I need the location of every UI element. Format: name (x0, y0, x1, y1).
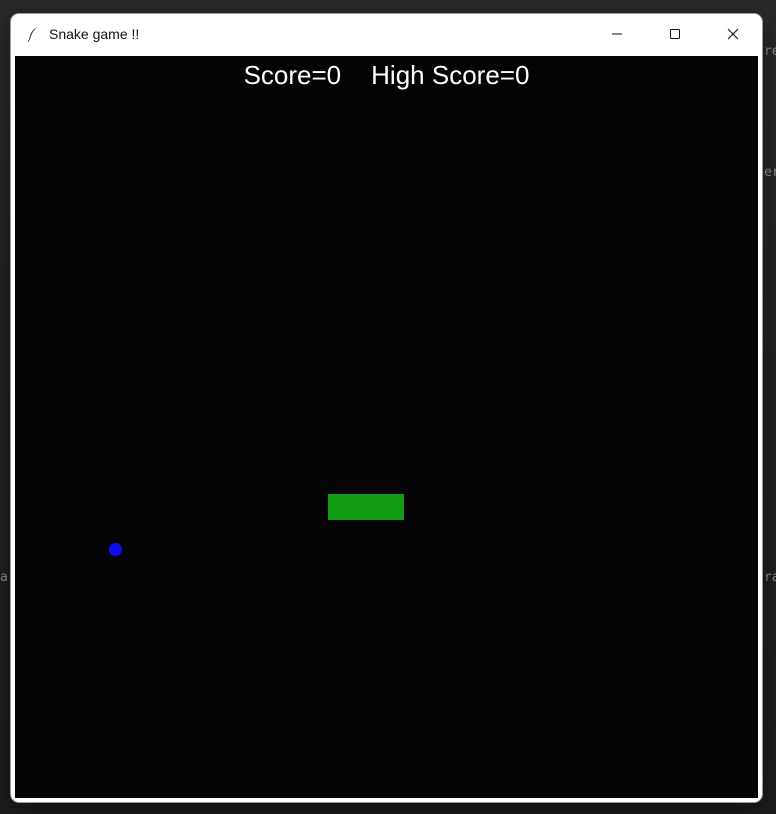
backdrop-text: re (764, 44, 776, 59)
backdrop-text: ra (764, 570, 776, 585)
food-pellet (109, 543, 122, 556)
backdrop-text: a (0, 570, 8, 585)
high-score-label: High Score=0 (371, 60, 530, 90)
game-canvas[interactable]: Score=0 High Score=0 (15, 56, 758, 798)
title-bar[interactable]: Snake game !! (11, 14, 762, 54)
snake-head (378, 494, 404, 520)
maximize-icon (669, 25, 681, 44)
window-title: Snake game !! (49, 26, 140, 42)
backdrop-text: er (764, 165, 776, 180)
minimize-icon (611, 25, 623, 44)
window-controls (588, 14, 762, 54)
snake-segment (353, 494, 379, 520)
feather-icon (26, 26, 40, 42)
score-display: Score=0 High Score=0 (15, 60, 758, 91)
maximize-button[interactable] (646, 14, 704, 54)
close-icon (727, 25, 739, 44)
minimize-button[interactable] (588, 14, 646, 54)
close-button[interactable] (704, 14, 762, 54)
snake-segment (328, 494, 354, 520)
score-label: Score=0 (243, 60, 342, 90)
game-window: Snake game !! Score=0 High Score=0 (11, 14, 762, 802)
